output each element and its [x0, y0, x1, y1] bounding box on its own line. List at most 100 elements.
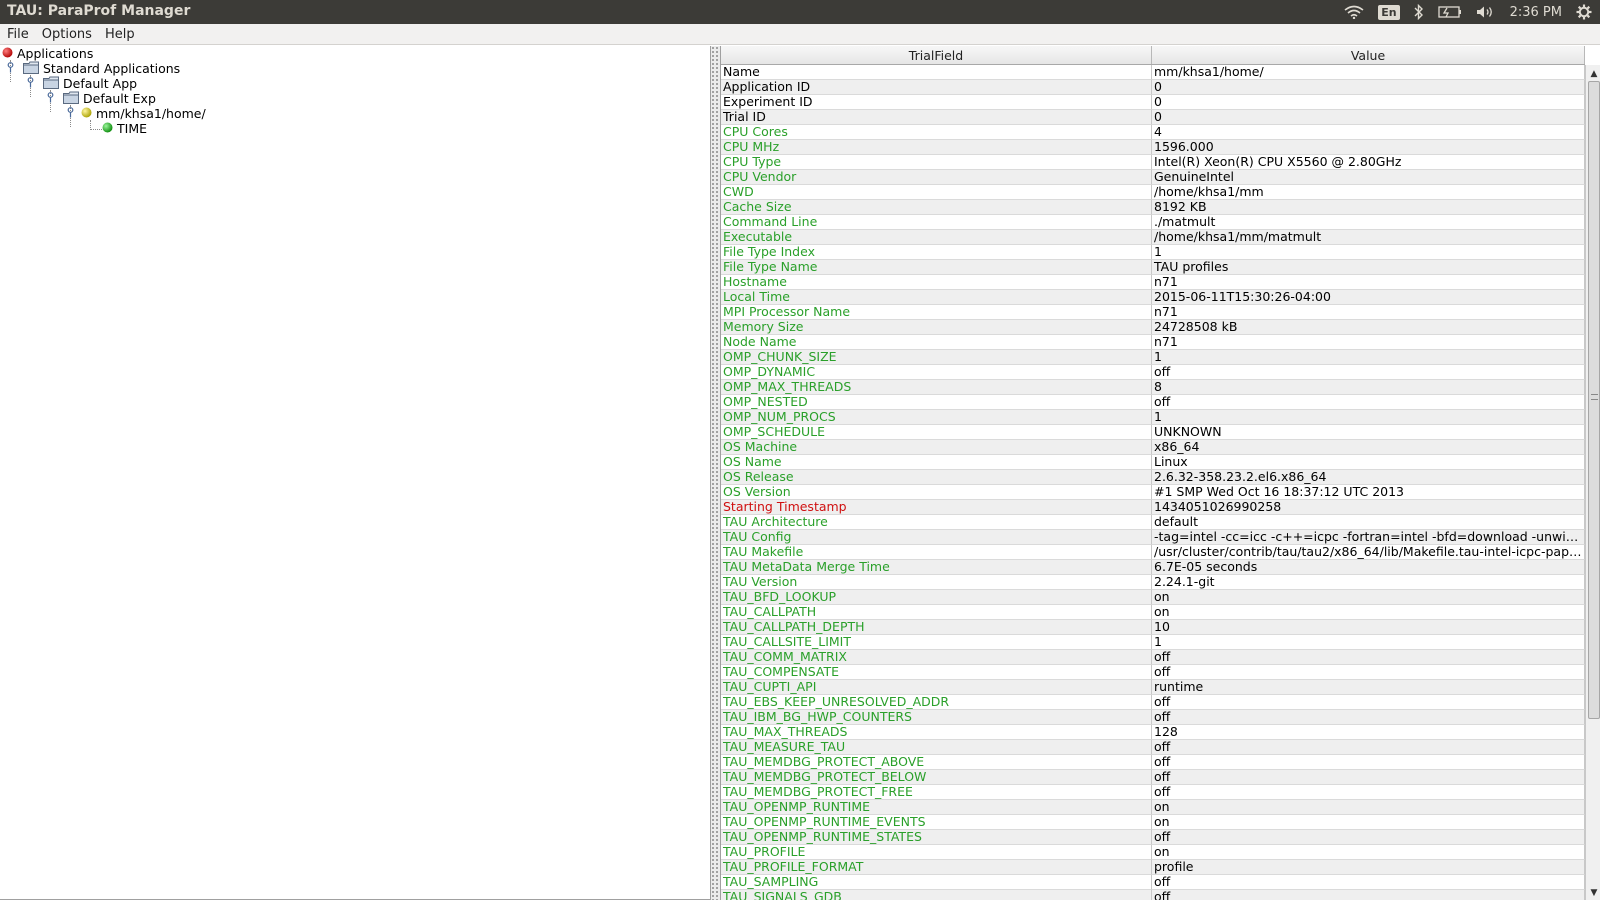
tree-node-trial[interactable]: mm/khsa1/home/: [66, 106, 206, 121]
wifi-icon[interactable]: [1344, 5, 1364, 19]
value-cell[interactable]: 1596.000: [1152, 140, 1585, 155]
trial-field-cell[interactable]: TAU_PROFILE_FORMAT: [721, 860, 1152, 875]
trial-field-cell[interactable]: OMP_NUM_PROCS: [721, 410, 1152, 425]
table-row[interactable]: Experiment ID 0: [721, 95, 1585, 110]
scroll-up-arrow-icon[interactable]: ▲: [1586, 67, 1600, 81]
table-row[interactable]: TAU_EBS_KEEP_UNRESOLVED_ADDR off: [721, 695, 1585, 710]
table-row[interactable]: CPU Type Intel(R) Xeon(R) CPU X5560 @ 2.8…: [721, 155, 1585, 170]
trial-field-cell[interactable]: OMP_MAX_THREADS: [721, 380, 1152, 395]
trial-field-cell[interactable]: OS Machine: [721, 440, 1152, 455]
value-cell[interactable]: 8: [1152, 380, 1585, 395]
trial-field-cell[interactable]: OMP_DYNAMIC: [721, 365, 1152, 380]
table-row[interactable]: OMP_NESTED off: [721, 395, 1585, 410]
trial-field-cell[interactable]: TAU_OPENMP_RUNTIME_STATES: [721, 830, 1152, 845]
table-row[interactable]: TAU_MEMDBG_PROTECT_ABOVE off: [721, 755, 1585, 770]
table-row[interactable]: CPU Vendor GenuineIntel: [721, 170, 1585, 185]
trial-field-cell[interactable]: TAU Makefile: [721, 545, 1152, 560]
table-row[interactable]: Node Name n71: [721, 335, 1585, 350]
table-row[interactable]: CPU Cores 4: [721, 125, 1585, 140]
table-row[interactable]: TAU_MAX_THREADS 128: [721, 725, 1585, 740]
value-cell[interactable]: off: [1152, 740, 1585, 755]
trial-field-cell[interactable]: TAU_MEMDBG_PROTECT_FREE: [721, 785, 1152, 800]
table-row[interactable]: TAU_OPENMP_RUNTIME_EVENTS on: [721, 815, 1585, 830]
value-cell[interactable]: 1: [1152, 245, 1585, 260]
column-header-trialfield[interactable]: TrialField: [721, 46, 1152, 64]
trial-field-cell[interactable]: TAU_COMM_MATRIX: [721, 650, 1152, 665]
table-row[interactable]: TAU_MEMDBG_PROTECT_FREE off: [721, 785, 1585, 800]
scroll-down-arrow-icon[interactable]: ▼: [1586, 886, 1600, 900]
table-row[interactable]: OMP_NUM_PROCS 1: [721, 410, 1585, 425]
value-cell[interactable]: 8192 KB: [1152, 200, 1585, 215]
value-cell[interactable]: off: [1152, 395, 1585, 410]
table-row[interactable]: Name mm/khsa1/home/: [721, 65, 1585, 80]
table-row[interactable]: CPU MHz 1596.000: [721, 140, 1585, 155]
value-cell[interactable]: off: [1152, 830, 1585, 845]
table-row[interactable]: OS Version #1 SMP Wed Oct 16 18:37:12 UTC…: [721, 485, 1585, 500]
volume-icon[interactable]: [1476, 5, 1496, 19]
value-cell[interactable]: runtime: [1152, 680, 1585, 695]
battery-icon[interactable]: [1437, 6, 1462, 18]
trial-field-cell[interactable]: TAU_EBS_KEEP_UNRESOLVED_ADDR: [721, 695, 1152, 710]
table-row[interactable]: Command Line ./matmult: [721, 215, 1585, 230]
trial-field-cell[interactable]: TAU_MEMDBG_PROTECT_BELOW: [721, 770, 1152, 785]
value-cell[interactable]: 1: [1152, 410, 1585, 425]
table-row[interactable]: OMP_SCHEDULE UNKNOWN: [721, 425, 1585, 440]
value-cell[interactable]: TAU profiles: [1152, 260, 1585, 275]
bluetooth-icon[interactable]: [1414, 4, 1424, 20]
value-cell[interactable]: ./matmult: [1152, 215, 1585, 230]
table-row[interactable]: TAU Version 2.24.1-git: [721, 575, 1585, 590]
value-cell[interactable]: 24728508 kB: [1152, 320, 1585, 335]
trial-field-cell[interactable]: Memory Size: [721, 320, 1152, 335]
table-row[interactable]: TAU_COMPENSATE off: [721, 665, 1585, 680]
value-cell[interactable]: off: [1152, 755, 1585, 770]
trial-field-cell[interactable]: TAU_MEASURE_TAU: [721, 740, 1152, 755]
trial-field-cell[interactable]: TAU_MEMDBG_PROTECT_ABOVE: [721, 755, 1152, 770]
table-row[interactable]: TAU Architecture default: [721, 515, 1585, 530]
table-row[interactable]: TAU MetaData Merge Time 6.7E-05 seconds: [721, 560, 1585, 575]
table-row[interactable]: Starting Timestamp 1434051026990258: [721, 500, 1585, 515]
value-cell[interactable]: off: [1152, 785, 1585, 800]
trial-field-cell[interactable]: CWD: [721, 185, 1152, 200]
value-cell[interactable]: on: [1152, 815, 1585, 830]
table-row[interactable]: Trial ID 0: [721, 110, 1585, 125]
trial-field-cell[interactable]: Command Line: [721, 215, 1152, 230]
table-row[interactable]: TAU_CALLSITE_LIMIT 1: [721, 635, 1585, 650]
value-cell[interactable]: /usr/cluster/contrib/tau/tau2/x86_64/lib…: [1152, 545, 1585, 560]
trial-field-cell[interactable]: Application ID: [721, 80, 1152, 95]
value-cell[interactable]: -tag=intel -cc=icc -c++=icpc -fortran=in…: [1152, 530, 1585, 545]
table-row[interactable]: OMP_CHUNK_SIZE 1: [721, 350, 1585, 365]
table-row[interactable]: Application ID 0: [721, 80, 1585, 95]
trial-field-cell[interactable]: TAU_CALLSITE_LIMIT: [721, 635, 1152, 650]
clock[interactable]: 2:36 PM: [1510, 5, 1562, 20]
trial-field-cell[interactable]: TAU_SAMPLING: [721, 875, 1152, 890]
value-cell[interactable]: 2015-06-11T15:30:26-04:00: [1152, 290, 1585, 305]
trial-field-cell[interactable]: OMP_CHUNK_SIZE: [721, 350, 1152, 365]
value-cell[interactable]: 6.7E-05 seconds: [1152, 560, 1585, 575]
value-cell[interactable]: Intel(R) Xeon(R) CPU X5560 @ 2.80GHz: [1152, 155, 1585, 170]
value-cell[interactable]: Linux: [1152, 455, 1585, 470]
table-row[interactable]: TAU_MEMDBG_PROTECT_BELOW off: [721, 770, 1585, 785]
menu-options[interactable]: Options: [36, 27, 98, 42]
tree-node-standard-applications[interactable]: Standard Applications: [6, 61, 180, 76]
table-row[interactable]: TAU_PROFILE_FORMAT profile: [721, 860, 1585, 875]
trial-field-cell[interactable]: CPU MHz: [721, 140, 1152, 155]
table-row[interactable]: TAU_COMM_MATRIX off: [721, 650, 1585, 665]
trial-field-cell[interactable]: OS Name: [721, 455, 1152, 470]
trial-field-cell[interactable]: TAU Architecture: [721, 515, 1152, 530]
value-cell[interactable]: 1: [1152, 635, 1585, 650]
trial-field-cell[interactable]: TAU_CUPTI_API: [721, 680, 1152, 695]
table-row[interactable]: Hostname n71: [721, 275, 1585, 290]
table-row[interactable]: OS Name Linux: [721, 455, 1585, 470]
scrollbar-thumb[interactable]: [1588, 81, 1600, 719]
value-cell[interactable]: off: [1152, 365, 1585, 380]
value-cell[interactable]: off: [1152, 695, 1585, 710]
value-cell[interactable]: 10: [1152, 620, 1585, 635]
table-row[interactable]: TAU_OPENMP_RUNTIME on: [721, 800, 1585, 815]
value-cell[interactable]: 0: [1152, 110, 1585, 125]
table-row[interactable]: TAU_CALLPATH on: [721, 605, 1585, 620]
trial-field-cell[interactable]: CPU Vendor: [721, 170, 1152, 185]
table-row[interactable]: OMP_MAX_THREADS 8: [721, 380, 1585, 395]
trial-field-cell[interactable]: Executable: [721, 230, 1152, 245]
trial-field-cell[interactable]: MPI Processor Name: [721, 305, 1152, 320]
value-cell[interactable]: 4: [1152, 125, 1585, 140]
